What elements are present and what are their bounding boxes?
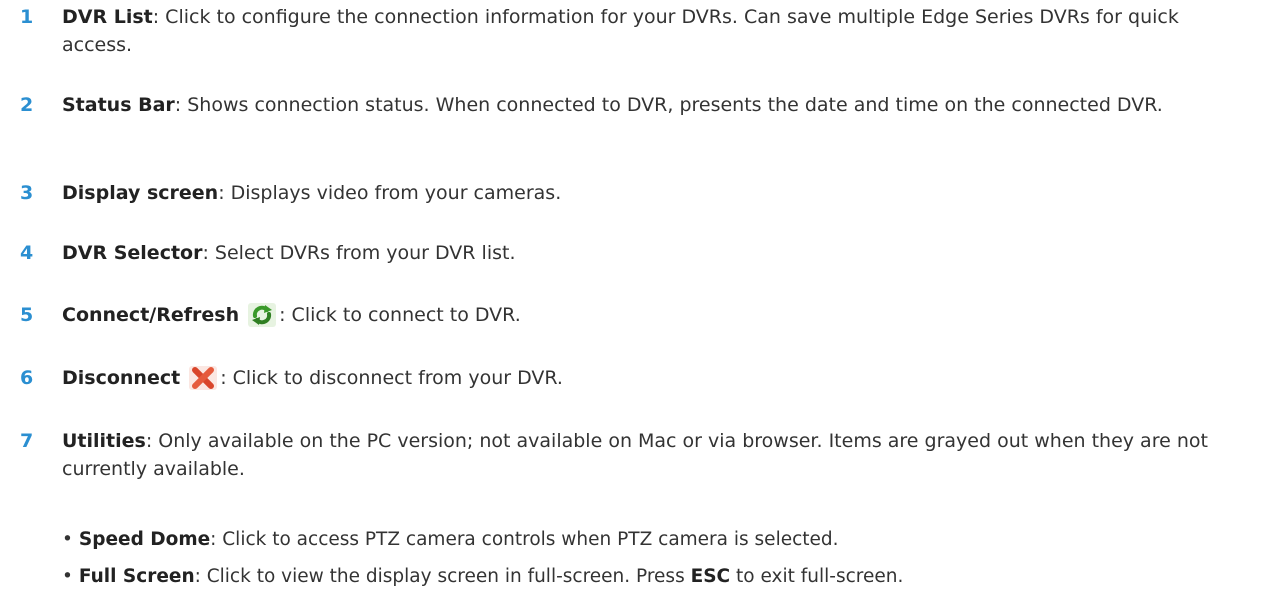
item-term: Connect/Refresh	[62, 304, 240, 326]
item-description: : Click to disconnect from your DVR.	[220, 367, 563, 389]
item-description: : Only available on the PC version; not …	[62, 430, 1208, 480]
bullet-description: : Click to view the display screen in fu…	[194, 566, 691, 587]
disconnect-x-icon	[188, 365, 218, 391]
item-number: 5	[20, 304, 34, 326]
bullet-full-screen: • Full Screen: Click to view the display …	[62, 563, 1256, 591]
item-number: 7	[20, 430, 34, 452]
bullet-description: : Click to access PTZ camera controls wh…	[210, 529, 839, 550]
item-description: : Click to configure the connection info…	[62, 6, 1179, 56]
bullet-speed-dome: • Speed Dome: Click to access PTZ camera …	[62, 526, 1256, 554]
bullet-description-end: to exit full-screen.	[730, 566, 904, 587]
item-text: Status Bar: Shows connection status. Whe…	[62, 91, 1230, 119]
item-number: 4	[20, 242, 34, 264]
item-text: DVR Selector: Select DVRs from your DVR …	[62, 239, 1230, 267]
item-term: Display screen	[62, 182, 219, 204]
item-text: Utilities: Only available on the PC vers…	[62, 427, 1230, 483]
item-description: : Shows connection status. When connecte…	[174, 94, 1163, 116]
bullet-term: Full Screen	[78, 566, 195, 587]
bullet-term: Speed Dome	[78, 529, 211, 550]
item-text: Connect/Refresh : Click to connect to DV…	[62, 301, 1230, 329]
bullet-dot: •	[62, 566, 73, 587]
item-description: : Click to connect to DVR.	[279, 304, 521, 326]
item-description: : Select DVRs from your DVR list.	[202, 242, 516, 264]
item-description: : Displays video from your cameras.	[218, 182, 562, 204]
item-number: 1	[20, 6, 34, 28]
item-term: Status Bar	[62, 94, 175, 116]
item-term: Utilities	[62, 430, 146, 452]
item-number: 6	[20, 367, 34, 389]
item-text: Disconnect : Click to disconnect from yo…	[62, 364, 1230, 392]
item-term: Disconnect	[62, 367, 181, 389]
item-number: 3	[20, 182, 34, 204]
item-text: DVR List: Click to configure the connect…	[62, 3, 1230, 59]
bullet-dot: •	[62, 529, 73, 550]
refresh-icon	[247, 302, 277, 328]
item-term: DVR Selector	[62, 242, 203, 264]
item-term: DVR List	[62, 6, 153, 28]
item-text: Display screen: Displays video from your…	[62, 179, 1230, 207]
key-esc: ESC	[690, 566, 731, 587]
item-number: 2	[20, 94, 34, 116]
manual-page: 1 DVR List: Click to configure the conne…	[0, 0, 1266, 613]
